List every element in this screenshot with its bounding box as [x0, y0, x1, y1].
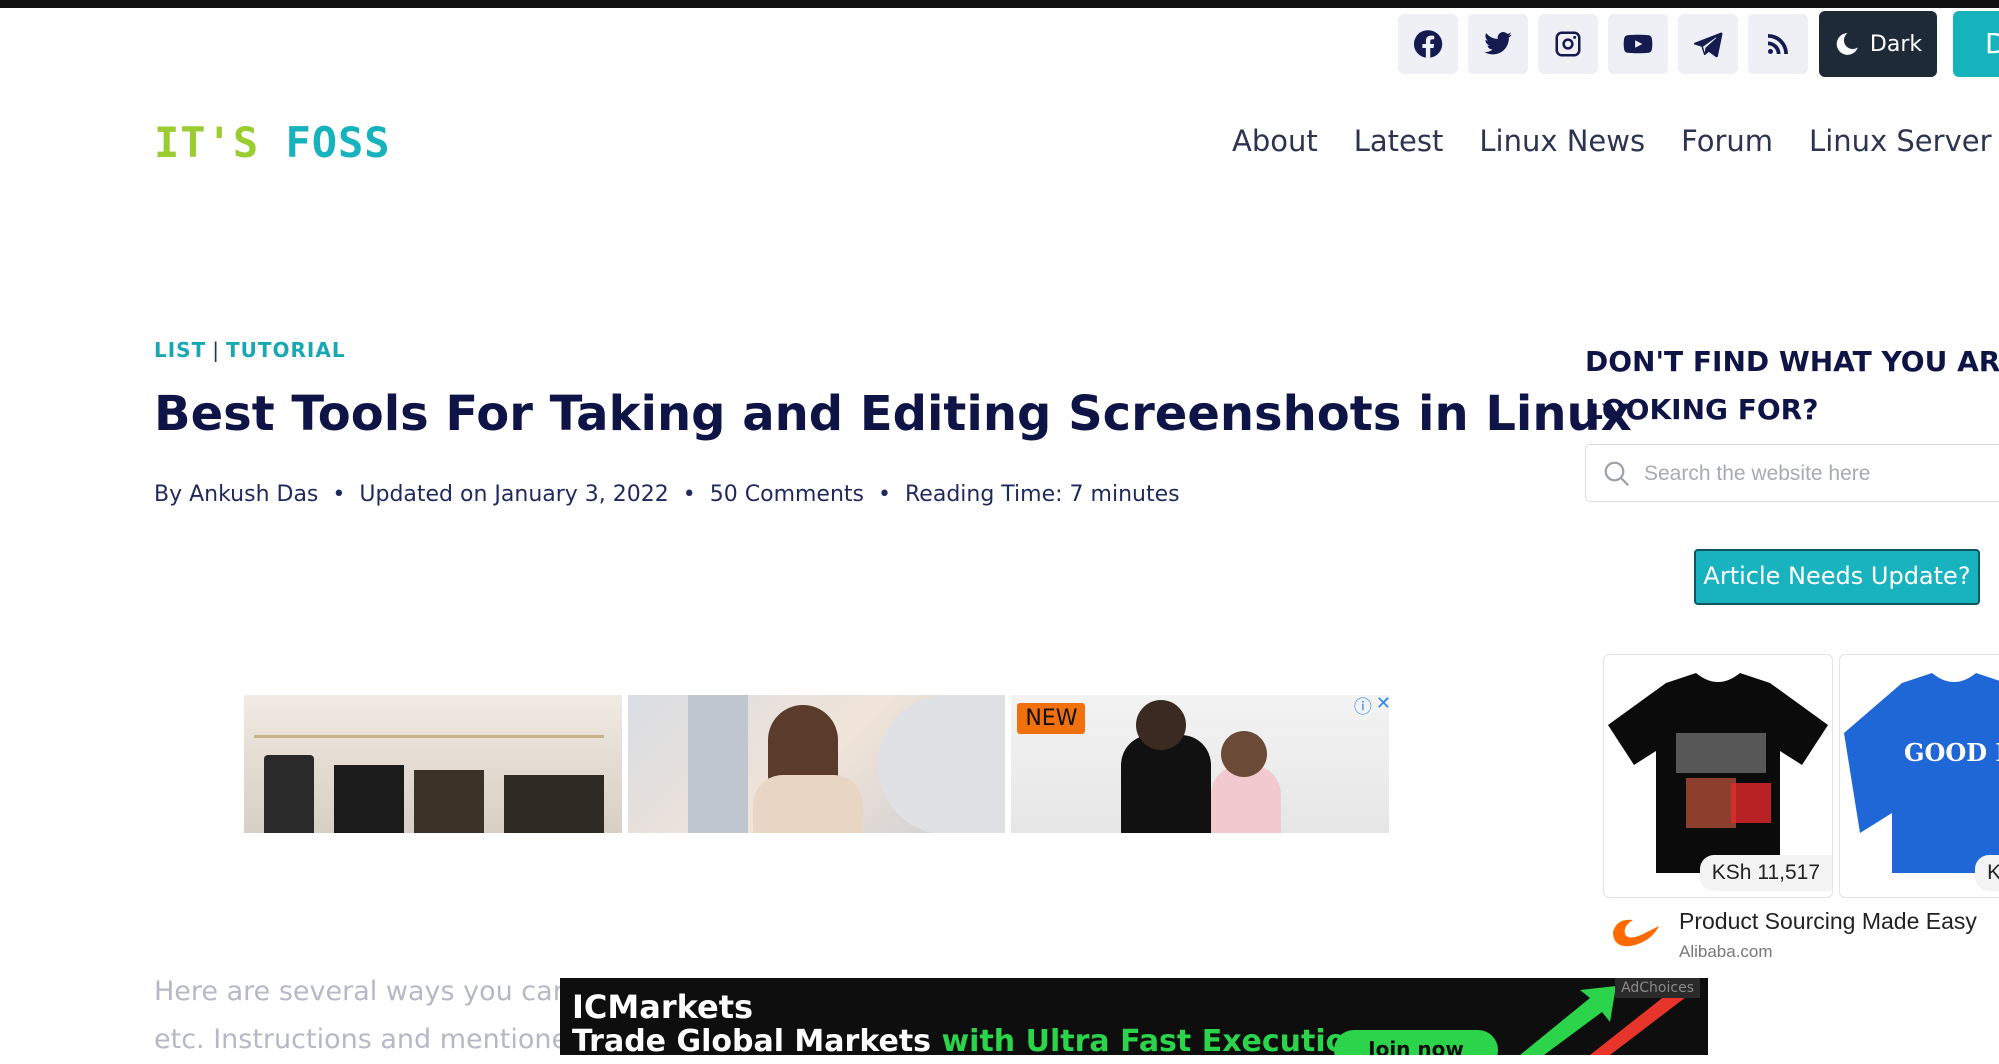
facebook-icon: [1413, 30, 1443, 58]
rss-link[interactable]: [1748, 14, 1808, 74]
article-updated-date: Updated on January 3, 2022: [359, 482, 669, 507]
sidebar-heading: DON'T FIND WHAT YOU ARE LOOKING FOR?: [1585, 338, 1999, 434]
youtube-icon: [1623, 34, 1653, 54]
category-link-tutorial[interactable]: TUTORIAL: [226, 338, 346, 362]
meta-separator: •: [332, 482, 346, 507]
sidebar-search: [1585, 444, 1999, 502]
product-card-black-tshirt[interactable]: KSh 11,517: [1603, 654, 1833, 898]
svg-text:GOOD NEWS: GOOD NEWS: [1904, 738, 1999, 767]
ad-headline: Trade Global Markets with Ultra Fast Exe…: [572, 1024, 1368, 1055]
instagram-icon: [1555, 31, 1581, 57]
nav-item-latest[interactable]: Latest: [1354, 124, 1444, 158]
article-meta: By Ankush Das • Updated on January 3, 20…: [154, 482, 1180, 507]
nav-item-about[interactable]: About: [1232, 124, 1318, 158]
instagram-link[interactable]: [1538, 14, 1598, 74]
meta-separator: •: [682, 482, 696, 507]
article-title: Best Tools For Taking and Editing Screen…: [154, 386, 1632, 442]
social-links: [1398, 14, 1808, 74]
alibaba-ad-row[interactable]: Product Sourcing Made Easy Alibaba.com: [1603, 904, 1999, 964]
nav-item-forum[interactable]: Forum: [1681, 124, 1773, 158]
sweater-image: GOOD NEWS: [1844, 673, 1999, 873]
dark-mode-toggle[interactable]: Dark: [1819, 11, 1937, 77]
nav-item-linux-server[interactable]: Linux Server Stu: [1809, 124, 1999, 158]
ad-controls: ⓘ ✕: [1354, 695, 1389, 719]
nav-item-linux-news[interactable]: Linux News: [1479, 124, 1645, 158]
dark-mode-label: Dark: [1869, 31, 1923, 57]
alibaba-logo-icon: [1613, 919, 1659, 947]
site-logo[interactable]: IT'S FOSS: [154, 118, 391, 167]
product-price: KSh 11,517: [1699, 855, 1832, 891]
category-link-list[interactable]: LIST: [154, 338, 206, 362]
cut-off-header-button[interactable]: D: [1953, 11, 1999, 77]
ad-headline-part-2: with Ultra Fast Execution: [941, 1024, 1368, 1055]
cut-off-button-label: D: [1985, 27, 1999, 60]
youtube-link[interactable]: [1608, 14, 1668, 74]
telegram-icon: [1693, 32, 1723, 58]
logo-part-1: IT'S: [154, 118, 260, 167]
rss-icon: [1768, 34, 1788, 54]
adchoices-label[interactable]: AdChoices: [1615, 978, 1700, 998]
bottom-sticky-ad[interactable]: ICMarkets Trade Global Markets with Ultr…: [560, 978, 1708, 1055]
ad-headline-part-1: Trade Global Markets: [572, 1024, 942, 1055]
moon-icon: [1836, 33, 1858, 55]
article-reading-time: Reading Time: 7 minutes: [905, 482, 1180, 507]
article-categories: LIST | TUTORIAL: [154, 338, 346, 362]
product-price: KSh 14: [1975, 855, 1999, 891]
search-icon: [1604, 461, 1630, 487]
alibaba-ad-label: Product Sourcing Made Easy: [1679, 908, 1977, 934]
product-card-blue-sweater[interactable]: GOOD NEWS KSh 14: [1839, 654, 1999, 898]
ad-tile-model-photo[interactable]: [627, 695, 1006, 833]
sidebar-heading-line-2: LOOKING FOR?: [1585, 393, 1819, 426]
article-comments-link[interactable]: 50 Comments: [710, 482, 864, 507]
search-input[interactable]: [1642, 455, 1999, 493]
article-author[interactable]: By Ankush Das: [154, 482, 318, 507]
top-bar: [0, 0, 1999, 8]
ad-close-icon[interactable]: ✕: [1376, 695, 1389, 719]
main-nav: About Latest Linux News Forum Linux Serv…: [1232, 124, 1999, 158]
facebook-link[interactable]: [1398, 14, 1458, 74]
ad-banner-strip[interactable]: NEW ⓘ ✕: [244, 695, 1390, 835]
category-separator: |: [212, 338, 220, 362]
tshirt-image: [1608, 673, 1828, 873]
ad-join-button[interactable]: Join now: [1334, 1030, 1498, 1055]
logo-part-2: FOSS: [285, 118, 391, 167]
ad-tile-pajamas[interactable]: NEW ⓘ ✕: [1011, 695, 1390, 833]
twitter-icon: [1484, 32, 1512, 55]
product-ad[interactable]: KSh 11,517 GOOD NEWS KSh 14 Product Sour…: [1603, 654, 1999, 966]
meta-separator: •: [878, 482, 891, 507]
article-needs-update-button[interactable]: Article Needs Update?: [1694, 549, 1980, 605]
ad-tile-clothing-rack[interactable]: [244, 695, 622, 833]
twitter-link[interactable]: [1468, 14, 1528, 74]
ad-info-icon[interactable]: ⓘ: [1354, 695, 1372, 719]
sidebar-heading-line-1: DON'T FIND WHAT YOU ARE: [1585, 345, 1999, 378]
new-badge: NEW: [1017, 703, 1086, 734]
alibaba-ad-url: Alibaba.com: [1679, 942, 1773, 961]
telegram-link[interactable]: [1678, 14, 1738, 74]
ad-brand-icmarkets: ICMarkets: [572, 988, 754, 1026]
